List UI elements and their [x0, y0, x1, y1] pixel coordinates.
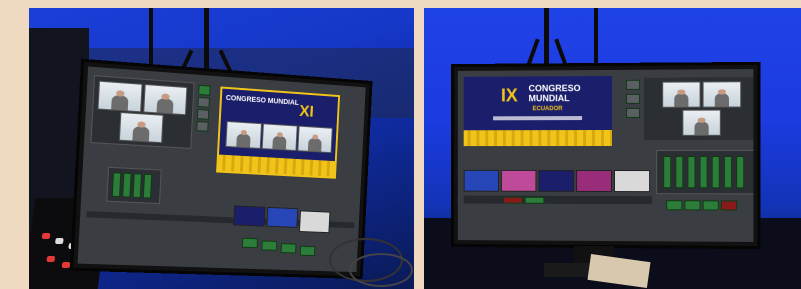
camera-thumb — [143, 83, 188, 116]
fader[interactable] — [122, 172, 132, 198]
city-skyline — [218, 154, 335, 177]
program-output: CONGRESO MUNDIAL XI — [216, 86, 341, 179]
control-button — [54, 238, 64, 244]
source-button[interactable] — [280, 243, 297, 254]
audio-mixer — [656, 149, 754, 195]
cut-button[interactable] — [502, 196, 523, 204]
input-thumbnail[interactable] — [233, 205, 266, 227]
poster-line1: CONGRESO — [528, 83, 581, 94]
fader[interactable] — [142, 173, 153, 199]
source-button[interactable] — [666, 200, 683, 211]
fader[interactable] — [132, 173, 143, 199]
camera-thumb — [662, 81, 701, 108]
switcher-screen: IX CONGRESO MUNDIAL ECUADOR — [457, 69, 754, 242]
poster-line3: ECUADOR — [532, 106, 563, 113]
multiview-panel — [90, 75, 195, 149]
poster-line2: MUNDIAL — [528, 93, 570, 104]
source-button[interactable] — [299, 245, 316, 257]
source-button[interactable] — [241, 237, 259, 249]
preview-panel — [644, 77, 754, 140]
program-camera — [297, 125, 333, 154]
fader[interactable] — [663, 156, 672, 189]
fader[interactable] — [711, 156, 720, 189]
input-thumbnail[interactable] — [298, 210, 331, 234]
source-button[interactable] — [702, 200, 719, 211]
input-thumbnail[interactable] — [576, 169, 612, 193]
camera-thumb — [682, 109, 721, 136]
source-button[interactable] — [261, 240, 278, 251]
photo-right: IX CONGRESO MUNDIAL ECUADOR — [424, 8, 801, 289]
layout-button[interactable] — [196, 108, 210, 120]
program-output: IX CONGRESO MUNDIAL ECUADOR — [463, 75, 612, 147]
cable — [349, 253, 413, 287]
control-button — [46, 256, 56, 262]
tripod — [594, 8, 598, 63]
city-skyline — [463, 129, 612, 147]
tripod — [544, 8, 549, 68]
transition-bar — [463, 195, 653, 205]
layout-button[interactable] — [626, 93, 641, 104]
program-camera — [225, 120, 262, 149]
fader[interactable] — [723, 156, 733, 189]
control-button — [41, 233, 51, 239]
input-thumbnail[interactable] — [538, 169, 575, 192]
fader[interactable] — [687, 156, 696, 189]
audio-mixer — [106, 166, 162, 205]
source-button[interactable] — [684, 200, 701, 211]
fader[interactable] — [736, 156, 745, 189]
layout-button[interactable] — [198, 84, 211, 96]
input-thumbnail[interactable] — [613, 170, 651, 193]
monitor-left: CONGRESO MUNDIAL XI — [69, 58, 373, 280]
input-thumbnail[interactable] — [463, 169, 499, 192]
poster-subtitle-bar — [493, 116, 583, 121]
fader[interactable] — [111, 172, 122, 198]
camera-thumb — [97, 80, 143, 113]
layout-button[interactable] — [626, 79, 641, 90]
input-thumbnail[interactable] — [500, 169, 537, 192]
program-camera — [261, 123, 298, 152]
poster-roman: IX — [500, 85, 518, 106]
auto-button[interactable] — [524, 196, 545, 204]
photo-left: CONGRESO MUNDIAL XI — [29, 8, 414, 289]
fader[interactable] — [699, 156, 708, 189]
banner-roman: XI — [298, 103, 315, 121]
record-button[interactable] — [720, 200, 738, 211]
banner-title: CONGRESO MUNDIAL — [225, 94, 300, 107]
layout-button[interactable] — [196, 121, 209, 132]
monitor-right: IX CONGRESO MUNDIAL ECUADOR — [450, 61, 761, 250]
switcher-screen: CONGRESO MUNDIAL XI — [77, 66, 366, 273]
camera-thumb — [118, 111, 164, 144]
camera-thumb — [702, 81, 742, 108]
layout-button[interactable] — [626, 107, 641, 118]
layout-button[interactable] — [197, 96, 210, 108]
input-thumbnail[interactable] — [266, 206, 299, 228]
fader[interactable] — [675, 156, 684, 189]
